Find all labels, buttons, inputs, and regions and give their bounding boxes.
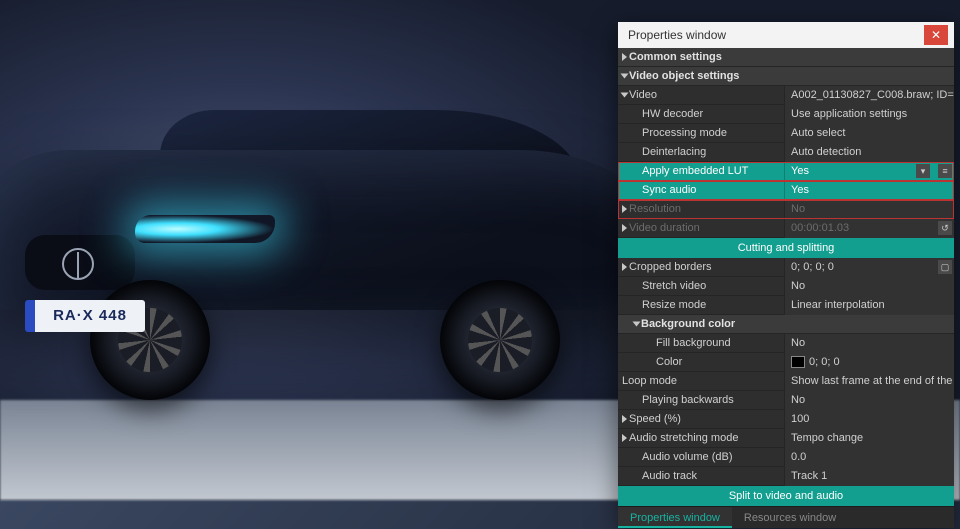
prop-label: Audio volume (dB): [618, 448, 784, 467]
row-video[interactable]: Video A002_01130827_C008.braw; ID=1 ⋯: [618, 86, 954, 105]
prop-label: Resize mode: [618, 296, 784, 315]
row-loop-mode[interactable]: Loop mode Show last frame at the end of …: [618, 372, 954, 391]
prop-label: Audio track: [618, 467, 784, 486]
section-label: Background color: [641, 315, 735, 334]
row-cropped-borders[interactable]: Cropped borders 0; 0; 0; 0 ▢: [618, 258, 954, 277]
prop-label: Sync audio: [618, 181, 784, 200]
chevron-right-icon: [622, 53, 627, 61]
prop-value[interactable]: No: [784, 277, 954, 296]
row-sync-audio[interactable]: Sync audio Yes: [618, 181, 954, 200]
chevron-down-icon: [633, 322, 641, 327]
prop-label: Processing mode: [618, 124, 784, 143]
rear-wheel: [440, 280, 560, 400]
license-plate: RA·X 448: [25, 300, 145, 332]
prop-label: Playing backwards: [618, 391, 784, 410]
row-audio-track[interactable]: Audio track Track 1: [618, 467, 954, 486]
chevron-right-icon: [622, 434, 627, 442]
row-fill-background[interactable]: Fill background No: [618, 334, 954, 353]
prop-value[interactable]: 0; 0; 0; 0: [791, 258, 834, 277]
row-hw-decoder[interactable]: HW decoder Use application settings: [618, 105, 954, 124]
prop-value[interactable]: 100: [784, 410, 954, 429]
chevron-right-icon: [622, 415, 627, 423]
row-stretch-video[interactable]: Stretch video No: [618, 277, 954, 296]
chevron-right-icon: [622, 205, 627, 213]
prop-label: Loop mode: [618, 372, 784, 391]
prop-value[interactable]: 0.0: [784, 448, 954, 467]
row-speed[interactable]: Speed (%) 100: [618, 410, 954, 429]
prop-value: 00:00:01.03: [791, 219, 849, 238]
close-icon[interactable]: ✕: [924, 25, 948, 45]
prop-value[interactable]: Auto detection: [784, 143, 954, 162]
chevron-down-icon: [621, 93, 629, 98]
prop-value[interactable]: Auto select: [784, 124, 954, 143]
titlebar[interactable]: Properties window ✕: [618, 22, 954, 48]
row-video-duration: Video duration 00:00:01.03 ↺: [618, 219, 954, 238]
reset-icon[interactable]: ↺: [938, 221, 952, 235]
row-deinterlacing[interactable]: Deinterlacing Auto detection: [618, 143, 954, 162]
window-title: Properties window: [628, 28, 726, 42]
prop-label: Resolution: [629, 200, 681, 219]
prop-value[interactable]: Yes: [784, 181, 954, 200]
row-apply-embedded-lut[interactable]: Apply embedded LUT Yes ▾ ≡: [618, 162, 954, 181]
prop-label: Deinterlacing: [618, 143, 784, 162]
section-video-object-settings[interactable]: Video object settings: [618, 67, 954, 86]
prop-value[interactable]: Track 1: [784, 467, 954, 486]
row-playing-backwards[interactable]: Playing backwards No: [618, 391, 954, 410]
prop-value[interactable]: Yes: [791, 162, 809, 181]
prop-value[interactable]: Show last frame at the end of the vide: [784, 372, 954, 391]
split-to-video-audio-button[interactable]: Split to video and audio: [618, 486, 954, 506]
prop-value[interactable]: Tempo change: [784, 429, 954, 448]
row-audio-volume[interactable]: Audio volume (dB) 0.0: [618, 448, 954, 467]
tab-properties-window[interactable]: Properties window: [618, 507, 732, 528]
prop-label: Cropped borders: [629, 258, 712, 277]
emblem-icon: [62, 248, 94, 280]
row-resolution: Resolution No: [618, 200, 954, 219]
section-label: Video object settings: [629, 67, 739, 86]
front-wheel: [90, 280, 210, 400]
prop-label: Color: [618, 353, 784, 372]
prop-label: Fill background: [618, 334, 784, 353]
chevron-right-icon: [622, 263, 627, 271]
settings-icon[interactable]: ≡: [938, 164, 952, 178]
chevron-down-icon: [621, 74, 629, 79]
row-audio-stretching-mode[interactable]: Audio stretching mode Tempo change: [618, 429, 954, 448]
cutting-splitting-button[interactable]: Cutting and splitting: [618, 238, 954, 258]
prop-value[interactable]: No: [784, 334, 954, 353]
headlight: [135, 215, 275, 243]
section-common-settings[interactable]: Common settings: [618, 48, 954, 67]
row-color[interactable]: Color 0; 0; 0: [618, 353, 954, 372]
prop-value[interactable]: 0; 0; 0: [809, 353, 840, 372]
car-silhouette: RA·X 448: [0, 120, 680, 380]
dropdown-icon[interactable]: ▾: [916, 164, 930, 178]
prop-label: Video: [629, 86, 657, 105]
prop-value[interactable]: Use application settings: [784, 105, 954, 124]
bottom-tabs: Properties window Resources window: [618, 506, 954, 528]
prop-label: HW decoder: [618, 105, 784, 124]
properties-panel: Properties window ✕ Common settings Vide…: [618, 22, 954, 528]
tab-resources-window[interactable]: Resources window: [732, 507, 848, 528]
color-swatch[interactable]: [791, 356, 805, 368]
chevron-right-icon: [622, 224, 627, 232]
section-label: Common settings: [629, 48, 722, 67]
row-processing-mode[interactable]: Processing mode Auto select: [618, 124, 954, 143]
section-background-color[interactable]: Background color: [618, 315, 954, 334]
crop-icon[interactable]: ▢: [938, 260, 952, 274]
prop-value[interactable]: No: [784, 391, 954, 410]
prop-label: Stretch video: [618, 277, 784, 296]
prop-value[interactable]: Linear interpolation: [784, 296, 954, 315]
prop-value: A002_01130827_C008.braw; ID=1: [791, 86, 954, 105]
row-resize-mode[interactable]: Resize mode Linear interpolation: [618, 296, 954, 315]
prop-label: Apply embedded LUT: [618, 162, 784, 181]
prop-value: No: [784, 200, 954, 219]
prop-label: Audio stretching mode: [629, 429, 738, 448]
prop-label: Video duration: [629, 219, 700, 238]
prop-label: Speed (%): [629, 410, 681, 429]
